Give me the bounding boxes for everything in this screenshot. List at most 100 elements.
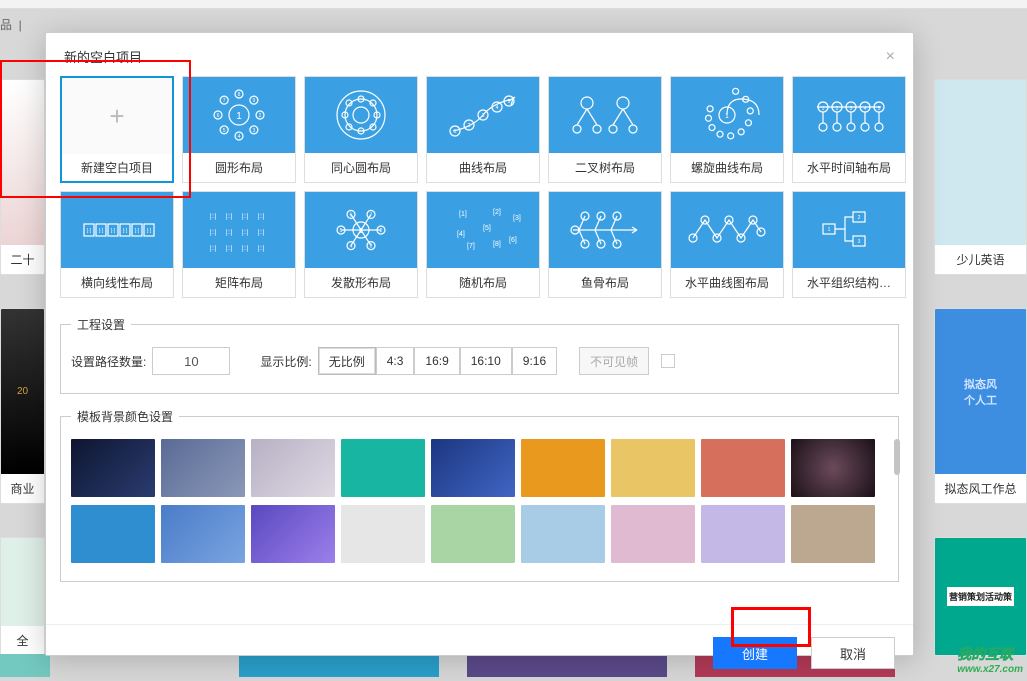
color-swatch[interactable] bbox=[791, 505, 875, 563]
template-card[interactable]: 12345曲线布局 bbox=[426, 76, 540, 183]
ratio-button[interactable]: 无比例 bbox=[318, 347, 376, 375]
color-swatch[interactable] bbox=[431, 439, 515, 497]
svg-text:2: 2 bbox=[468, 123, 471, 129]
svg-text:6: 6 bbox=[350, 212, 353, 218]
template-card[interactable]: +新建空白项目 bbox=[60, 76, 174, 183]
template-card[interactable]: 二叉树布局 bbox=[548, 76, 662, 183]
layout-icon: [·][·][·][·][·][·] bbox=[61, 192, 173, 268]
color-swatch[interactable] bbox=[701, 439, 785, 497]
color-swatch[interactable] bbox=[791, 439, 875, 497]
ratio-label: 显示比例: bbox=[260, 353, 311, 370]
svg-text:[::]: [::] bbox=[210, 214, 217, 220]
svg-text:4: 4 bbox=[238, 134, 241, 140]
template-grid: +新建空白项目123456789圆形布局同心圆布局12345曲线布局二叉树布局1… bbox=[60, 76, 899, 310]
bg-label: 全 bbox=[1, 626, 44, 655]
template-card[interactable]: [·][·][·][·][·][·]横向线性布局 bbox=[60, 191, 174, 298]
color-swatch[interactable] bbox=[71, 505, 155, 563]
template-card[interactable]: 1螺旋曲线布局 bbox=[670, 76, 784, 183]
svg-text:3: 3 bbox=[850, 106, 853, 112]
svg-text:[5]: [5] bbox=[483, 225, 491, 232]
settings-legend: 工程设置 bbox=[71, 316, 131, 333]
color-swatch[interactable] bbox=[521, 505, 605, 563]
svg-text:[::]: [::] bbox=[258, 230, 265, 236]
layout-icon: [1][2][3][4][5][6][7][8] bbox=[427, 192, 539, 268]
template-card[interactable]: [::][::][::][::][::][::][::][::][::][::]… bbox=[182, 191, 296, 298]
ratio-button[interactable]: 16:9 bbox=[414, 347, 459, 375]
color-legend: 模板背景颜色设置 bbox=[71, 408, 179, 425]
modal-title: 新的空白项目 bbox=[64, 47, 142, 66]
template-card[interactable]: 123456789圆形布局 bbox=[182, 76, 296, 183]
color-swatch[interactable] bbox=[431, 505, 515, 563]
svg-text:[::]: [::] bbox=[242, 246, 249, 252]
create-button[interactable]: 创建 bbox=[713, 637, 797, 669]
svg-text:4: 4 bbox=[350, 244, 353, 250]
template-card[interactable]: 鱼骨布局 bbox=[548, 191, 662, 298]
svg-text:[3]: [3] bbox=[513, 215, 521, 222]
svg-text:[·]: [·] bbox=[147, 228, 152, 234]
svg-text:[::]: [::] bbox=[242, 214, 249, 220]
svg-text:[·]: [·] bbox=[135, 228, 140, 234]
template-label: 发散形布局 bbox=[305, 268, 417, 297]
template-card[interactable]: [1][2][3][4][5][6][7][8]随机布局 bbox=[426, 191, 540, 298]
layout-icon: 12345 bbox=[427, 77, 539, 153]
layout-icon: 1234567 bbox=[305, 192, 417, 268]
svg-text:[::]: [::] bbox=[226, 214, 233, 220]
layout-icon bbox=[305, 77, 417, 153]
invisible-frame-checkbox[interactable] bbox=[661, 354, 675, 368]
bg-label: 少儿英语 bbox=[935, 245, 1026, 274]
svg-text:[·]: [·] bbox=[111, 228, 116, 234]
svg-text:5: 5 bbox=[878, 106, 881, 112]
layout-icon: 123456789 bbox=[183, 77, 295, 153]
svg-text:1: 1 bbox=[822, 106, 825, 112]
bg-label: 拟态风工作总 bbox=[935, 474, 1026, 503]
svg-text:6: 6 bbox=[217, 113, 220, 119]
template-label: 圆形布局 bbox=[183, 153, 295, 182]
layout-icon: 1 bbox=[671, 77, 783, 153]
svg-text:2: 2 bbox=[858, 215, 861, 221]
cancel-button[interactable]: 取消 bbox=[811, 637, 895, 669]
template-label: 水平曲线图布局 bbox=[671, 268, 783, 297]
svg-text:7: 7 bbox=[370, 212, 373, 218]
color-swatch[interactable] bbox=[251, 505, 335, 563]
bg-label: 商业 bbox=[1, 474, 44, 503]
template-label: 横向线性布局 bbox=[61, 268, 173, 297]
color-swatch[interactable] bbox=[251, 439, 335, 497]
color-swatch[interactable] bbox=[701, 505, 785, 563]
color-swatch[interactable] bbox=[521, 439, 605, 497]
ratio-button[interactable]: 9:16 bbox=[512, 347, 557, 375]
template-card[interactable]: 12345水平时间轴布局 bbox=[792, 76, 906, 183]
svg-text:[8]: [8] bbox=[493, 241, 501, 248]
template-label: 水平时间轴布局 bbox=[793, 153, 905, 182]
close-icon[interactable]: × bbox=[886, 48, 895, 66]
svg-text:1: 1 bbox=[454, 129, 457, 135]
template-card[interactable]: 同心圆布局 bbox=[304, 76, 418, 183]
template-card[interactable]: 123水平组织结构… bbox=[792, 191, 906, 298]
color-swatch[interactable] bbox=[161, 439, 245, 497]
ratio-button[interactable]: 4:3 bbox=[376, 347, 415, 375]
color-swatch[interactable] bbox=[161, 505, 245, 563]
color-swatch[interactable] bbox=[611, 439, 695, 497]
svg-text:[1]: [1] bbox=[459, 211, 467, 218]
svg-text:3: 3 bbox=[252, 128, 255, 134]
ratio-button[interactable]: 16:10 bbox=[460, 347, 512, 375]
svg-text:1: 1 bbox=[828, 227, 831, 233]
svg-text:[::]: [::] bbox=[226, 246, 233, 252]
template-label: 水平组织结构… bbox=[793, 268, 905, 297]
color-swatch[interactable] bbox=[341, 505, 425, 563]
color-swatch[interactable] bbox=[611, 505, 695, 563]
color-swatch[interactable] bbox=[341, 439, 425, 497]
project-settings: 工程设置 设置路径数量: 显示比例: 无比例4:316:916:109:16 不… bbox=[60, 316, 899, 394]
svg-text:1: 1 bbox=[725, 113, 729, 120]
template-label: 新建空白项目 bbox=[62, 154, 172, 181]
template-label: 矩阵布局 bbox=[183, 268, 295, 297]
color-swatch[interactable] bbox=[71, 439, 155, 497]
invisible-frame-button[interactable]: 不可见帧 bbox=[579, 347, 649, 375]
template-label: 同心圆布局 bbox=[305, 153, 417, 182]
scrollbar[interactable] bbox=[894, 439, 900, 475]
new-project-modal: 新的空白项目 × +新建空白项目123456789圆形布局同心圆布局12345曲… bbox=[45, 32, 914, 656]
template-card[interactable]: 水平曲线图布局 bbox=[670, 191, 784, 298]
template-card[interactable]: 1234567发散形布局 bbox=[304, 191, 418, 298]
path-count-input[interactable] bbox=[152, 347, 230, 375]
watermark: 我的互联 www.x27.com bbox=[957, 644, 1023, 675]
svg-text:9: 9 bbox=[252, 98, 255, 104]
